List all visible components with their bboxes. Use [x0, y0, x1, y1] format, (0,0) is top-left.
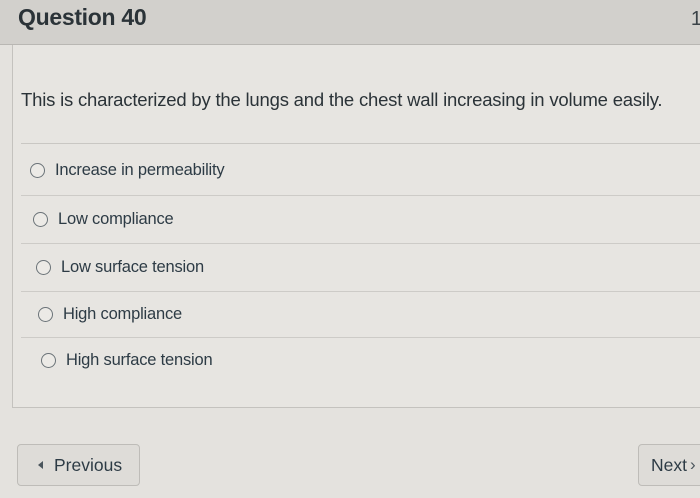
answer-label: High compliance [63, 304, 182, 323]
divider [21, 243, 700, 244]
quiz-page: Question 40 1 This is characterized by t… [0, 0, 700, 498]
answer-option[interactable]: Low surface tension [36, 247, 204, 287]
radio-button[interactable] [38, 306, 53, 322]
divider [21, 143, 700, 144]
answer-label: Low compliance [58, 209, 174, 228]
chevron-right-icon: › [689, 455, 696, 474]
previous-label: Previous [54, 454, 123, 475]
answer-label: Increase in permeability [55, 160, 225, 179]
question-header: Question 40 1 [0, 0, 700, 45]
question-title: Question 40 [18, 4, 147, 30]
question-points: 1 [690, 8, 700, 30]
answer-option[interactable]: High compliance [38, 294, 182, 334]
previous-button[interactable]: Previous [17, 444, 140, 486]
radio-button[interactable] [33, 211, 48, 227]
divider [21, 291, 700, 292]
answer-option[interactable]: Low compliance [33, 199, 174, 239]
divider [21, 195, 700, 196]
chevron-left-icon [38, 461, 43, 469]
answer-option[interactable]: High surface tension [41, 340, 213, 380]
next-label: Next [651, 454, 687, 475]
radio-button[interactable] [30, 162, 45, 178]
question-text: This is characterized by the lungs and t… [21, 89, 663, 110]
answer-option[interactable]: Increase in permeability [30, 150, 225, 190]
question-body: This is characterized by the lungs and t… [12, 45, 700, 408]
next-button[interactable]: Next › [638, 444, 700, 486]
radio-button[interactable] [36, 259, 51, 275]
radio-button[interactable] [41, 352, 56, 368]
answer-label: Low surface tension [61, 257, 204, 276]
divider [21, 337, 700, 338]
answer-label: High surface tension [66, 350, 213, 369]
